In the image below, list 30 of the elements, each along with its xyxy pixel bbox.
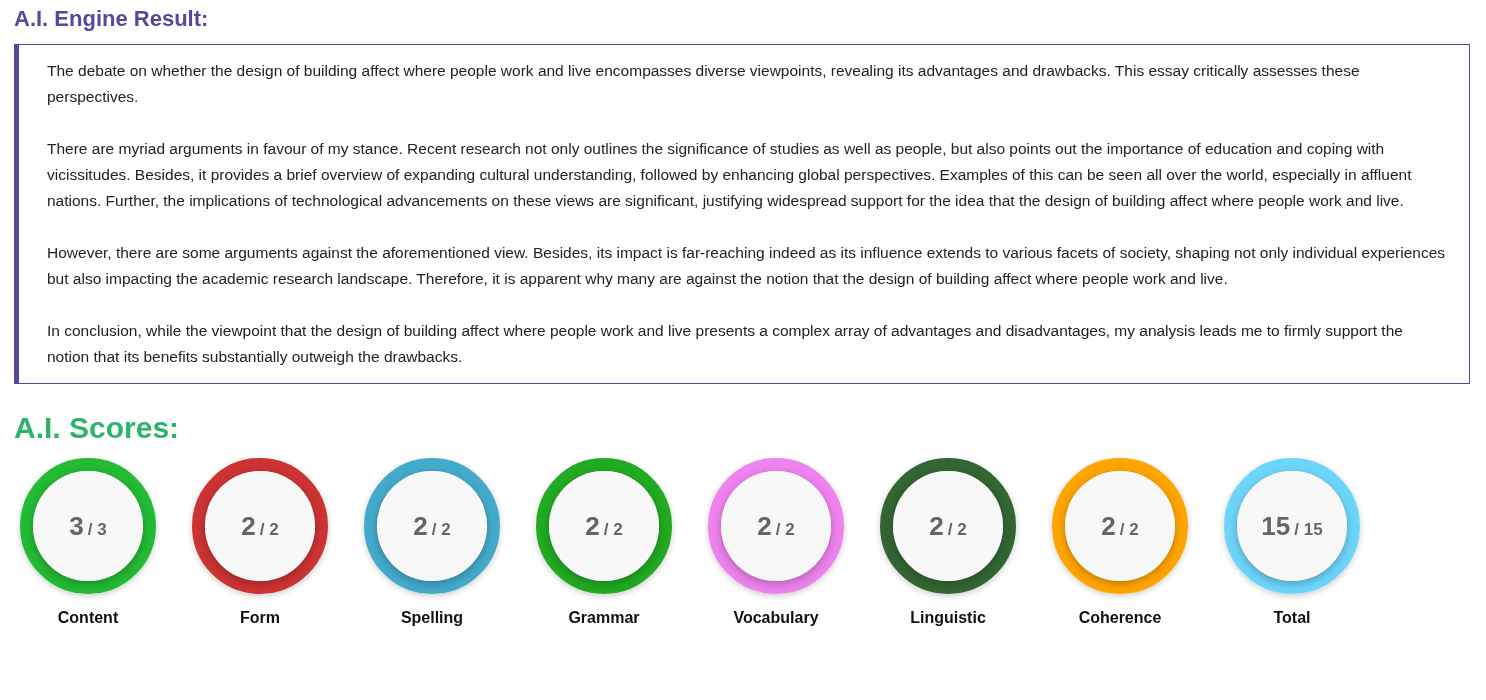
- score-value: 2: [241, 511, 256, 541]
- score-value: 2: [585, 511, 600, 541]
- score-label: Linguistic: [910, 608, 986, 628]
- score-max: / 2: [431, 519, 451, 541]
- score-label: Total: [1273, 608, 1311, 628]
- essay-paragraph: However, there are some arguments against the aforementioned view. Besides, its impact is far-reaching indeed as its influence extends to various facets of society, shaping not only individual experiences but also impacting the academic research landscape. Therefore, it is apparent why many are against the notion that the design of building affect where people work and live.: [47, 243, 1447, 289]
- score-max: / 2: [603, 519, 623, 541]
- essay-paragraph: There are myriad arguments in favour of my stance. Recent research not only outlines the significance of studies as well as people, but also points out the importance of education and coping with vicissitudes. Besides, it provides a brief overview of expanding cultural understanding, followed by enhancing global perspectives. Examples of this can be seen all over the world, especially in affluent nations. Further, the implications of technological advancements on these views are significant, justifying widespread support for the idea that the design of building affect where people work and live.: [47, 139, 1413, 211]
- score-max: / 2: [1119, 519, 1139, 541]
- score-label: Coherence: [1078, 608, 1162, 628]
- score-label: Vocabulary: [733, 608, 819, 628]
- score-value: 2: [413, 511, 428, 541]
- score-value: 3: [69, 511, 84, 541]
- essay-paragraph: The debate on whether the design of building affect where people work and live encompasses diverse viewpoints, revealing its advantages and drawbacks. This essay critically assesses these perspectives.: [47, 61, 1361, 107]
- score-max: / 2: [259, 519, 279, 541]
- score-max: / 2: [775, 519, 795, 541]
- section-title: A.I. Engine Result:: [14, 5, 209, 33]
- essay-paragraph: In conclusion, while the viewpoint that the design of building affect where people work and live presents a complex array of advantages and disadvantages, my analysis leads me to firmly support the notion that its benefits substantially outweigh the drawbacks.: [47, 321, 1404, 367]
- score-value: 2: [1101, 511, 1116, 541]
- score-max: / 3: [87, 519, 107, 541]
- section-title: A.I. Scores:: [14, 410, 180, 446]
- score-value: 15: [1261, 511, 1291, 541]
- score-value: 2: [757, 511, 772, 541]
- score-max: / 15: [1294, 519, 1323, 541]
- score-max: / 2: [947, 519, 967, 541]
- score-label: Form: [240, 608, 280, 628]
- score-label: Spelling: [400, 608, 464, 628]
- score-label: Content: [57, 608, 119, 628]
- score-label: Grammar: [568, 608, 640, 628]
- score-value: 2: [929, 511, 944, 541]
